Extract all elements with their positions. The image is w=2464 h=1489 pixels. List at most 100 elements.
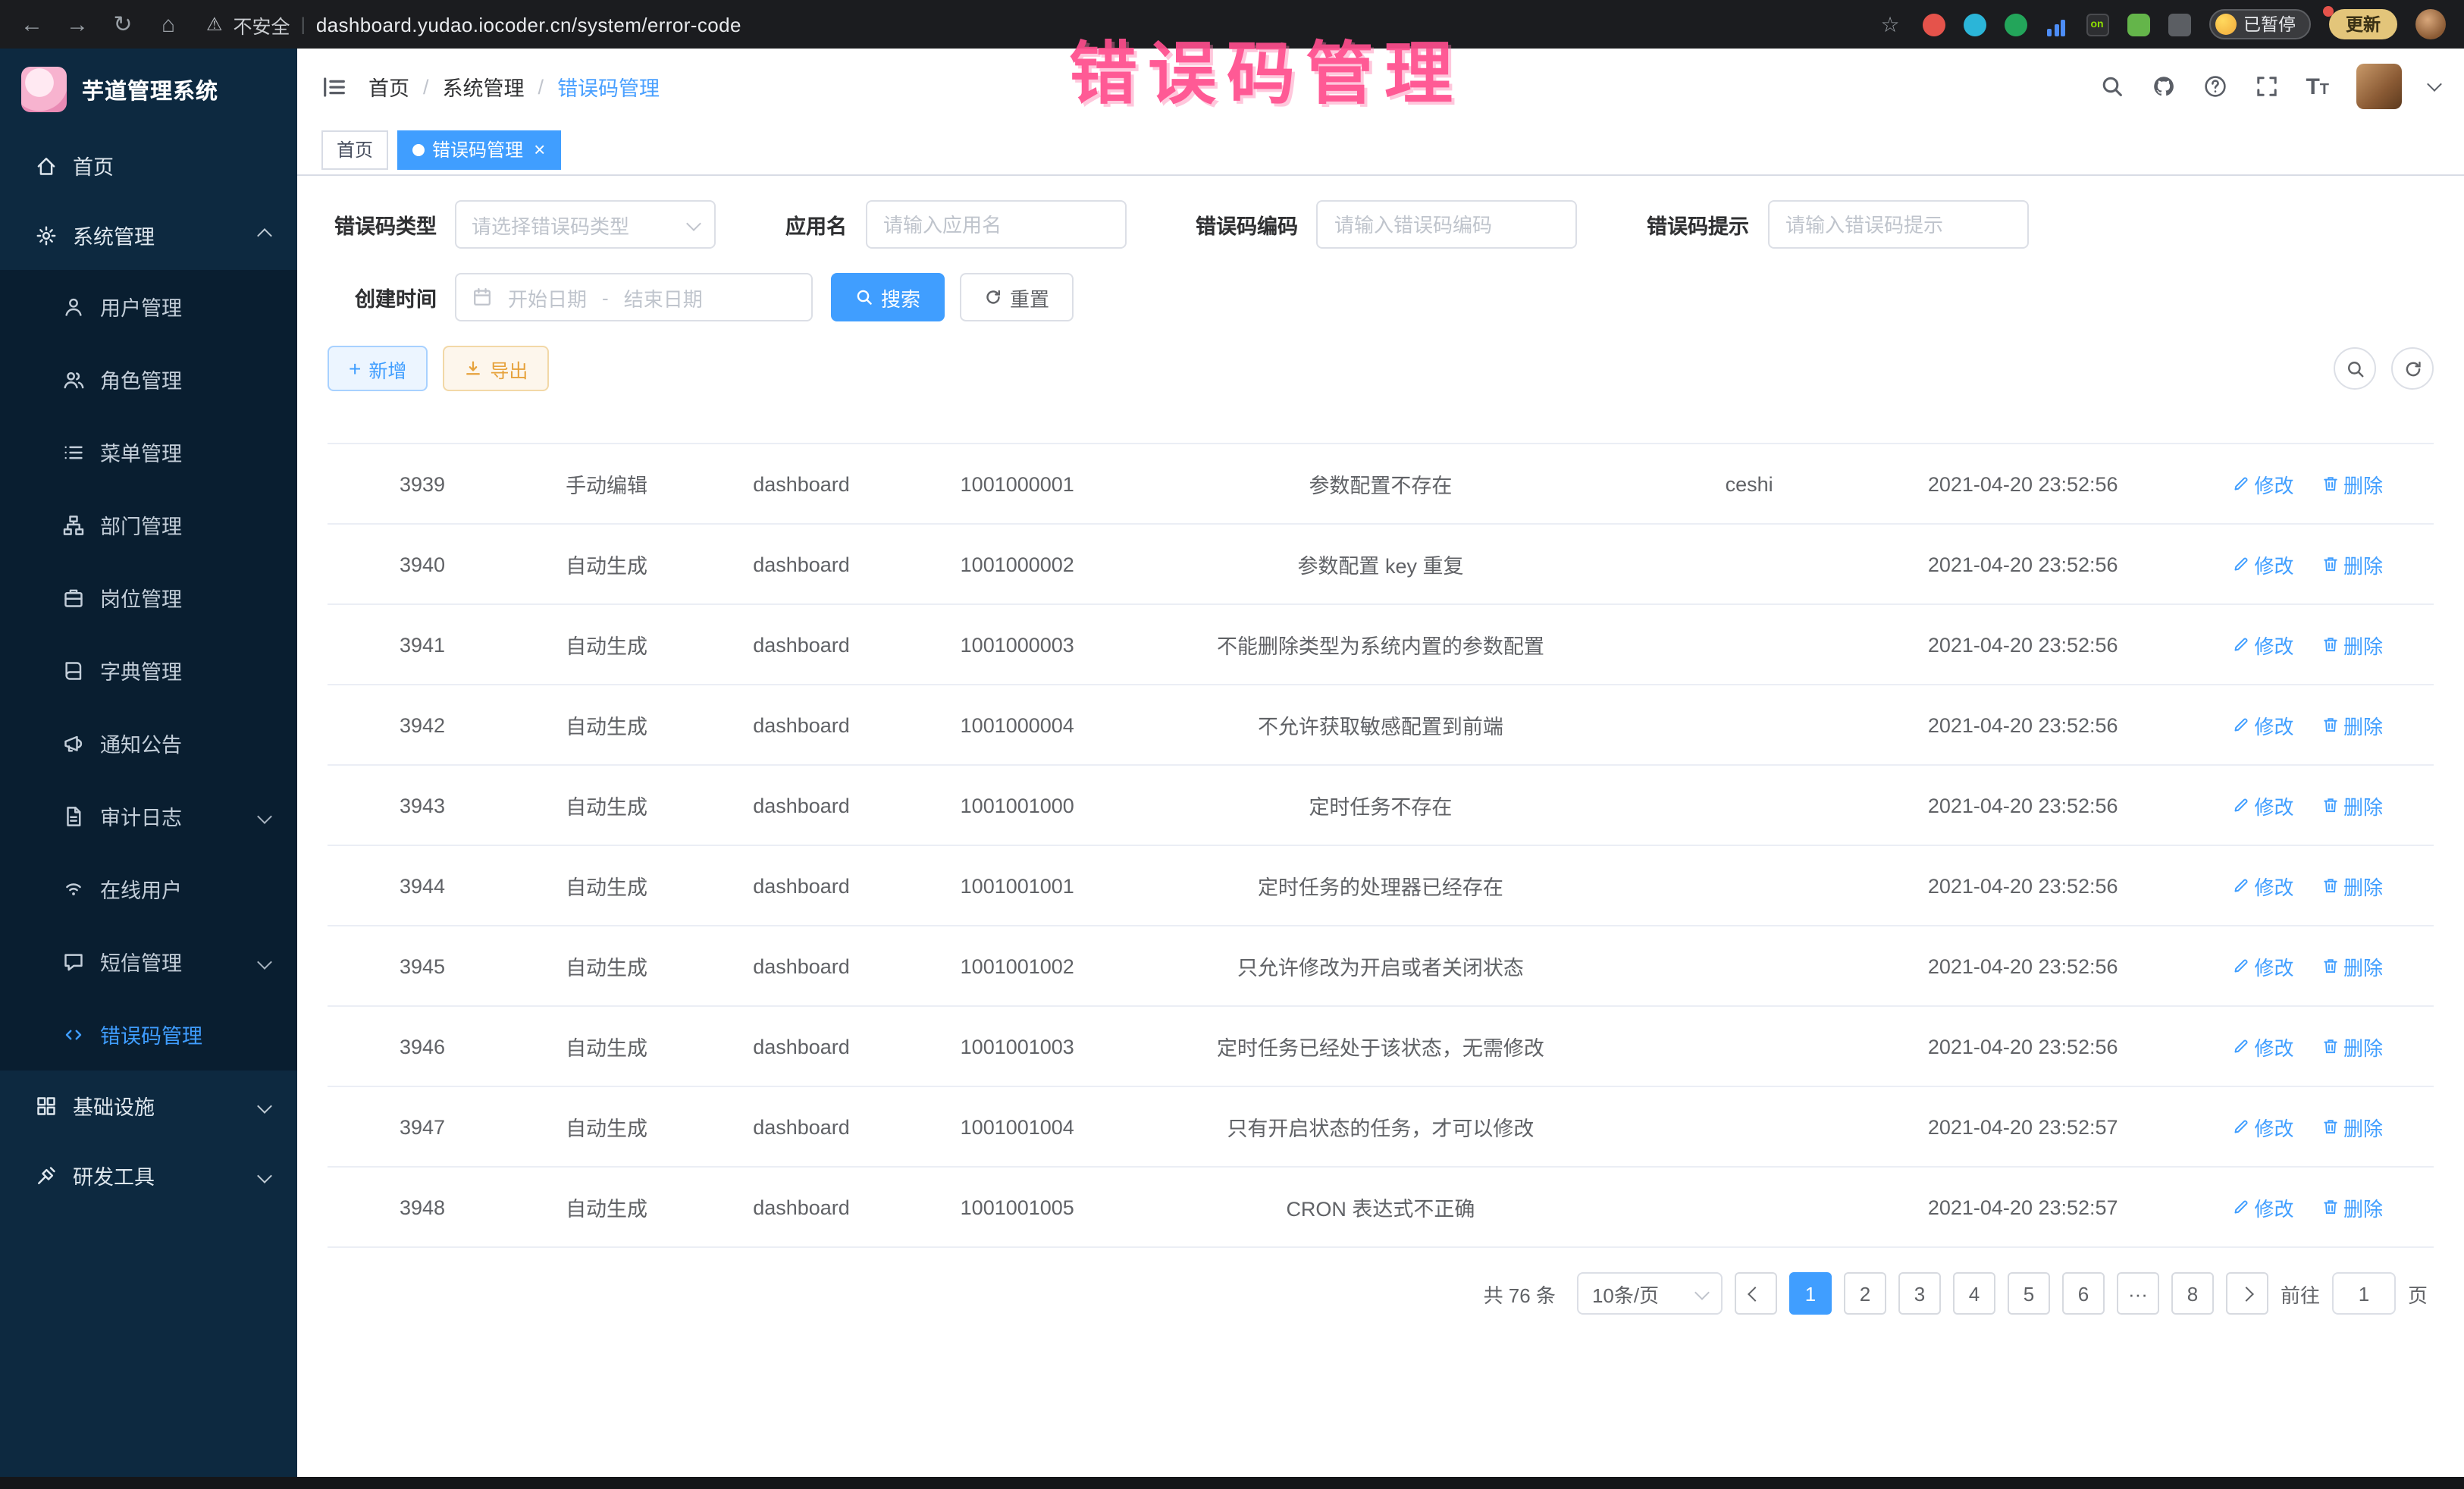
extension-icon[interactable]: on <box>2086 13 2108 36</box>
extension-icon[interactable] <box>1922 13 1945 36</box>
column-header <box>1128 406 1634 444</box>
help-icon[interactable] <box>2202 74 2227 99</box>
page-button[interactable]: 4 <box>1953 1272 1995 1315</box>
bookmark-star-icon[interactable]: ☆ <box>1876 11 1904 37</box>
plus-icon: + <box>349 358 361 379</box>
sidebar-item[interactable]: 部门管理 <box>0 488 297 561</box>
add-button[interactable]: + 新增 <box>328 346 428 391</box>
cell-app: dashboard <box>696 1006 907 1086</box>
next-page-button[interactable] <box>2226 1272 2268 1315</box>
error-hint-input[interactable] <box>1767 200 2028 249</box>
edit-link[interactable]: 修改 <box>2231 550 2293 578</box>
edit-link[interactable]: 修改 <box>2231 469 2293 498</box>
page-button[interactable]: 6 <box>2062 1272 2105 1315</box>
megaphone-icon <box>61 731 85 755</box>
sidebar-item[interactable]: 短信管理 <box>0 925 297 998</box>
address-separator: | <box>301 14 306 35</box>
breadcrumb-item[interactable]: 系统管理 <box>443 71 525 102</box>
sidebar-item[interactable]: 系统管理 <box>0 200 297 270</box>
prev-page-button[interactable] <box>1735 1272 1777 1315</box>
reset-button[interactable]: 重置 <box>960 273 1074 321</box>
sidebar-item[interactable]: 通知公告 <box>0 707 297 779</box>
extension-icon[interactable] <box>1963 13 1986 36</box>
extension-icon[interactable] <box>2045 13 2067 36</box>
delete-link[interactable]: 删除 <box>2321 951 2383 980</box>
chevron-down-icon[interactable] <box>2427 77 2442 92</box>
edit-link[interactable]: 修改 <box>2231 871 2293 900</box>
home-button[interactable]: ⌂ <box>155 11 182 37</box>
code-icon <box>61 1022 85 1046</box>
delete-link[interactable]: 删除 <box>2321 550 2383 578</box>
chevron-icon <box>257 1098 272 1113</box>
reload-button[interactable]: ↻ <box>109 11 136 38</box>
tab-label: 错误码管理 <box>432 136 523 162</box>
paused-badge[interactable]: 已暂停 <box>2209 9 2311 39</box>
edit-link[interactable]: 修改 <box>2231 1032 2293 1061</box>
extension-icon[interactable] <box>2004 13 2027 36</box>
error-code-input[interactable] <box>1316 200 1577 249</box>
column-header <box>2181 406 2434 444</box>
page-button[interactable]: 2 <box>1844 1272 1886 1315</box>
cell-time: 2021-04-20 23:52:56 <box>1865 1006 2181 1086</box>
sidebar-item[interactable]: 研发工具 <box>0 1140 297 1210</box>
extension-icon[interactable] <box>2168 13 2190 36</box>
sidebar-item-label: 研发工具 <box>73 1160 155 1190</box>
page-button[interactable]: 1 <box>1789 1272 1832 1315</box>
edit-link[interactable]: 修改 <box>2231 791 2293 820</box>
page-size-select[interactable]: 10条/页 <box>1577 1272 1723 1315</box>
sidebar-item[interactable]: 在线用户 <box>0 852 297 925</box>
date-range-picker[interactable]: 开始日期 - 结束日期 <box>455 273 813 321</box>
cell-id: 3939 <box>328 444 517 524</box>
edit-link[interactable]: 修改 <box>2231 1112 2293 1141</box>
sidebar-item[interactable]: 审计日志 <box>0 779 297 852</box>
fullscreen-icon[interactable] <box>2254 74 2278 99</box>
error-type-select[interactable]: 请选择错误码类型 <box>455 200 716 249</box>
edit-link[interactable]: 修改 <box>2231 710 2293 739</box>
toolbar-search-button[interactable] <box>2334 347 2376 390</box>
sidebar-item[interactable]: 基础设施 <box>0 1071 297 1140</box>
page-button[interactable]: 3 <box>1898 1272 1941 1315</box>
sidebar-item[interactable]: 错误码管理 <box>0 998 297 1071</box>
sidebar-item[interactable]: 首页 <box>0 130 297 200</box>
search-button[interactable]: 搜索 <box>831 273 945 321</box>
edit-link[interactable]: 修改 <box>2231 1193 2293 1221</box>
browser-profile-avatar[interactable] <box>2415 9 2446 39</box>
delete-link[interactable]: 删除 <box>2321 1032 2383 1061</box>
github-icon[interactable] <box>2151 74 2175 99</box>
export-button[interactable]: 导出 <box>443 346 549 391</box>
edit-link[interactable]: 修改 <box>2231 630 2293 659</box>
delete-link[interactable]: 删除 <box>2321 710 2383 739</box>
update-button[interactable]: 更新 <box>2329 9 2397 39</box>
delete-link[interactable]: 删除 <box>2321 1112 2383 1141</box>
forward-button[interactable]: → <box>64 11 91 37</box>
user-avatar[interactable] <box>2356 64 2402 109</box>
page-button[interactable]: ··· <box>2117 1272 2159 1315</box>
font-size-icon[interactable]: TT <box>2306 75 2329 98</box>
delete-link[interactable]: 删除 <box>2321 791 2383 820</box>
sidebar-item[interactable]: 用户管理 <box>0 270 297 343</box>
extension-icon[interactable] <box>2127 13 2149 36</box>
tab[interactable]: 首页 × <box>321 130 388 169</box>
toolbar-refresh-button[interactable] <box>2391 347 2434 390</box>
goto-page-input[interactable] <box>2332 1272 2396 1315</box>
hamburger-button[interactable] <box>321 74 347 99</box>
sidebar-item[interactable]: 角色管理 <box>0 343 297 415</box>
edit-link[interactable]: 修改 <box>2231 951 2293 980</box>
search-icon[interactable] <box>2099 74 2124 99</box>
sidebar-item[interactable]: 字典管理 <box>0 634 297 707</box>
back-button[interactable]: ← <box>18 11 45 37</box>
page-button[interactable]: 5 <box>2008 1272 2050 1315</box>
sidebar-item[interactable]: 岗位管理 <box>0 561 297 634</box>
address-bar[interactable]: ⚠ 不安全 | dashboard.yudao.iocoder.cn/syste… <box>206 10 741 39</box>
breadcrumb-item[interactable]: 首页 <box>368 71 409 102</box>
tab-close-icon[interactable]: × <box>534 139 545 159</box>
cell-msg: 参数配置 key 重复 <box>1128 524 1634 604</box>
delete-link[interactable]: 删除 <box>2321 1193 2383 1221</box>
delete-link[interactable]: 删除 <box>2321 469 2383 498</box>
tab[interactable]: 错误码管理 × <box>397 130 560 169</box>
page-button[interactable]: 8 <box>2171 1272 2214 1315</box>
app-name-input[interactable] <box>865 200 1126 249</box>
delete-link[interactable]: 删除 <box>2321 630 2383 659</box>
delete-link[interactable]: 删除 <box>2321 871 2383 900</box>
sidebar-item[interactable]: 菜单管理 <box>0 415 297 488</box>
